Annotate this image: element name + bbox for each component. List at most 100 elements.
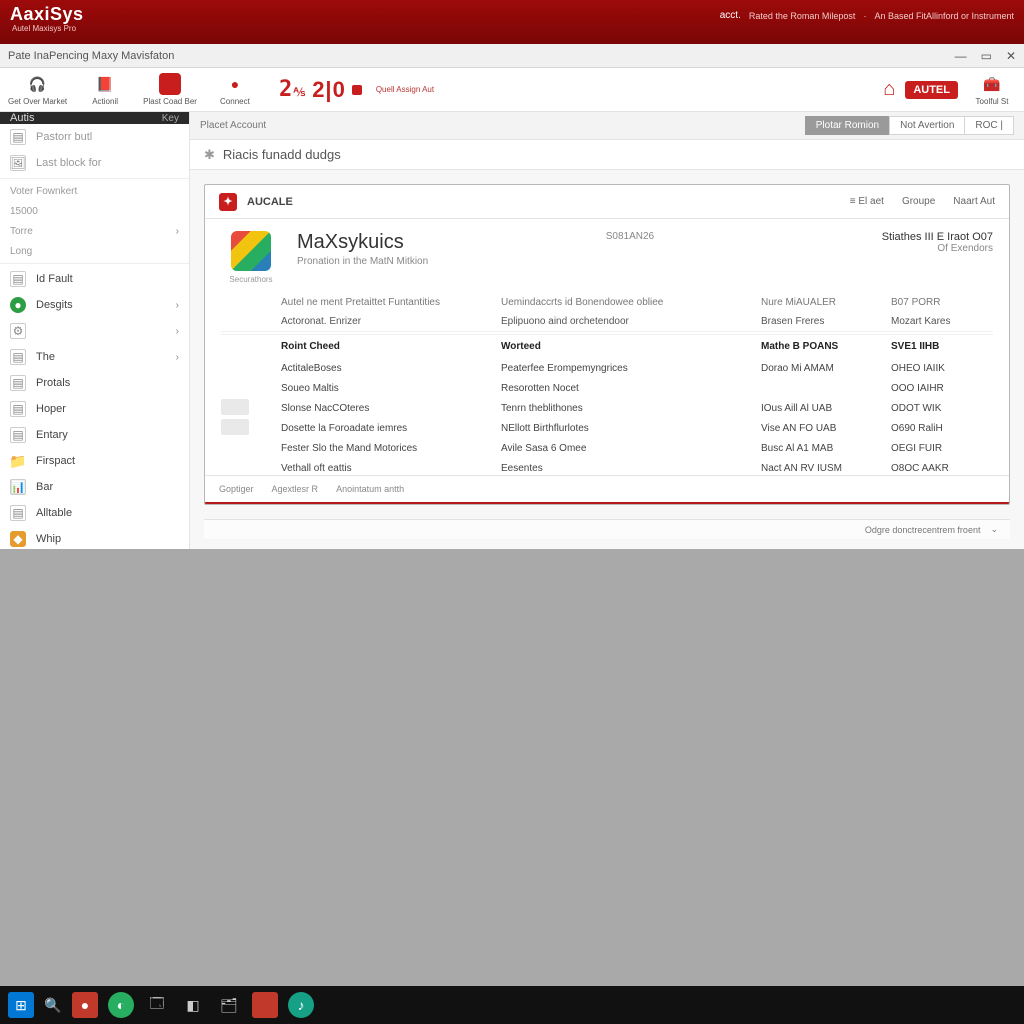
toolbar-headset[interactable]: 🎧 Get Over Market (8, 73, 67, 106)
panel-action-new[interactable]: Naart Aut (953, 196, 995, 207)
sidebar-item-6[interactable]: ▤Id Fault (0, 266, 189, 292)
brand-name: AaxiSys (10, 4, 84, 25)
sidebar-item-label: Hoper (36, 403, 66, 415)
sidebar-item-14[interactable]: 📊 Bar (0, 474, 189, 500)
pin-icon[interactable]: ✱ (204, 147, 215, 163)
sidebar-item-7[interactable]: ●Desgits› (0, 292, 189, 318)
title-right-a: Rated the Roman Milepost (749, 11, 856, 21)
img-icon: 🖼 (10, 155, 26, 171)
tab-avertion[interactable]: Not Avertion (889, 116, 965, 135)
sidebar-item-label: Alltable (36, 507, 72, 519)
sidebar-item-label: Bar (36, 481, 53, 493)
table-row[interactable]: Soueo MaltisResorotten NocetOOO IAIHR (221, 378, 993, 398)
taskbar-app-7[interactable]: ♪ (288, 992, 314, 1018)
brand-subtitle: Autel Maxisys Pro (12, 24, 76, 33)
table-row[interactable]: ActitaleBosesPeaterfee ErompemyngricesDo… (221, 358, 993, 378)
sidebar-item-1[interactable]: 🖼Last block for (0, 150, 189, 176)
panel-action-group[interactable]: Groupe (902, 196, 935, 207)
sidebar-item-label: Long (10, 246, 32, 257)
toolbar-action[interactable]: 📕 Actionil (81, 73, 129, 106)
tab-romion[interactable]: Plotar Romion (805, 116, 890, 135)
start-button[interactable]: ⊞ (8, 992, 34, 1018)
orange-icon: ◆ (10, 531, 26, 547)
sidebar-item-15[interactable]: ▤ Alltable (0, 500, 189, 526)
table-row[interactable]: Roint CheedWorteedMathe B POANSSVE1 IIHB (221, 334, 993, 358)
sidebar-item-8[interactable]: ⚙› (0, 318, 189, 344)
sidebar-item-label: Voter Fownkert (10, 186, 77, 197)
page-icon: ▤ (10, 505, 26, 521)
folder-icon: 📁 (10, 453, 26, 469)
chart-icon: 📊 (10, 479, 26, 495)
status-counter: 2⅍ 20 210 2|0 (279, 77, 362, 103)
footer-goptiger[interactable]: Goptiger (219, 484, 254, 494)
toolbar-connect[interactable]: ● Connect (211, 73, 259, 106)
sidebar-item-3[interactable]: 15000 (0, 201, 189, 221)
sidebar-item-label: The (36, 351, 55, 363)
close-button[interactable]: ✕ (1006, 49, 1016, 63)
record-icon: ● (224, 73, 246, 95)
panel-brand: AUCALE (247, 196, 293, 208)
panel-footer: Goptiger Agextlesr R Anointatum antth (205, 475, 1009, 502)
status-bar: Odgre donctrecentrem froent ⌄ (204, 519, 1010, 539)
taskbar-app-3[interactable]: 🗔 (144, 992, 170, 1018)
tab-placet[interactable]: Placet Account (200, 120, 266, 131)
app-id: S081AN26 (606, 231, 654, 242)
page-icon: ▤ (10, 271, 26, 287)
taskbar-search-icon[interactable]: 🔍 (44, 992, 62, 1018)
panel-action-sort[interactable]: ≡ El aet (850, 196, 884, 207)
sidebar-item-5[interactable]: Long (0, 241, 189, 261)
account-label[interactable]: acct. (720, 10, 741, 21)
sidebar-item-10[interactable]: ▤ Protals (0, 370, 189, 396)
red-square-icon (159, 73, 181, 95)
main-content: Placet Account Plotar Romion Not Avertio… (190, 112, 1024, 549)
sidebar-item-label: Whip (36, 533, 61, 545)
autel-badge[interactable]: AUTEL (905, 81, 958, 99)
sidebar-item-label: Pastorr butl (36, 131, 92, 143)
sidebar-item-2[interactable]: Voter Fownkert (0, 181, 189, 201)
taskbar-app-6[interactable] (252, 992, 278, 1018)
chevron-down-icon[interactable]: ⌄ (990, 524, 998, 535)
tool-icon: 🧰 (981, 73, 1003, 95)
taskbar-app-4[interactable]: ◧ (180, 992, 206, 1018)
taskbar-app-5[interactable]: 🗂 (216, 992, 242, 1018)
page-icon: ▤ (10, 375, 26, 391)
sidebar-item-label: Desgits (36, 299, 73, 311)
brand-icon (219, 193, 237, 211)
toolbar-plast[interactable]: Plast Coad Ber (143, 73, 197, 106)
taskbar-app-2[interactable]: ◐ (108, 992, 134, 1018)
footer-agextlesr[interactable]: Agextlesr R (272, 484, 319, 494)
sidebar-item-13[interactable]: 📁Firspact (0, 448, 189, 474)
details-panel: AUCALE ≡ El aet Groupe Naart Aut Securat… (204, 184, 1010, 505)
sidebar-item-label: Protals (36, 377, 70, 389)
maximize-button[interactable]: ▭ (981, 49, 992, 63)
sidebar-item-11[interactable]: ▤ Hoper (0, 396, 189, 422)
minimize-button[interactable]: — (955, 49, 967, 63)
window-chrome: Pate InaPencing Maxy Mavisfaton — ▭ ✕ (0, 44, 1024, 68)
app-titlebar: AaxiSys Autel Maxisys Pro acct. Rated th… (0, 0, 1024, 44)
taskbar-app-1[interactable]: ● (72, 992, 98, 1018)
chevron-right-icon: › (176, 300, 179, 311)
taskbar: ⊞ 🔍 ● ◐ 🗔 ◧ 🗂 ♪ (0, 986, 1024, 1024)
breadcrumb: ✱ Riacis funadd dudgs (190, 140, 1024, 170)
page-icon: ▤ (10, 401, 26, 417)
home-icon[interactable]: ⌂ (883, 78, 895, 101)
sidebar-item-4[interactable]: Torre› (0, 221, 189, 241)
tab-roc[interactable]: ROC | (964, 116, 1014, 135)
sidebar-item-12[interactable]: ▤ Entary (0, 422, 189, 448)
page-icon: ▤ (10, 427, 26, 443)
footer-anoint[interactable]: Anointatum antth (336, 484, 404, 494)
page-icon: ▤ (10, 349, 26, 365)
main-toolbar: 🎧 Get Over Market 📕 Actionil Plast Coad … (0, 68, 1024, 112)
table-row[interactable]: Fester Slo the Mand MotoricesAvile Sasa … (221, 438, 993, 458)
sidebar-item-9[interactable]: ▤ The › (0, 344, 189, 370)
headset-icon: 🎧 (27, 73, 49, 95)
table-row[interactable]: Dosette la Foroadate iemresNEllott Birth… (221, 418, 993, 438)
chevron-right-icon: › (176, 352, 179, 363)
sidebar-item-label: Torre (10, 226, 33, 237)
toolbar-tool[interactable]: 🧰 Toolful St (968, 73, 1016, 106)
table-row[interactable]: Vethall oft eattisEesentesNact AN RV IUS… (221, 458, 993, 475)
table-row[interactable]: Slonse NacCOteresTenrn theblithonesIOus … (221, 398, 993, 418)
thumbnail-icon (221, 399, 249, 415)
sidebar-item-label: Entary (36, 429, 68, 441)
sidebar-item-0[interactable]: ▤Pastorr butl (0, 124, 189, 150)
